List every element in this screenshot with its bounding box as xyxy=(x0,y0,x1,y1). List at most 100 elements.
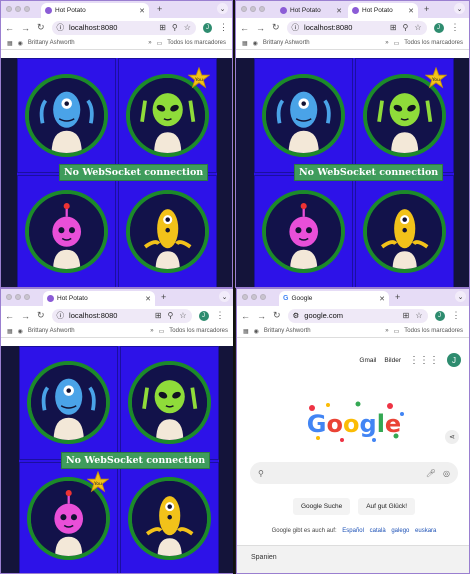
close-window-button[interactable] xyxy=(242,294,248,300)
more-bookmarks-icon[interactable]: » xyxy=(148,40,151,46)
gmail-link[interactable]: Gmail xyxy=(359,357,376,364)
bookmark-star-icon[interactable]: ☆ xyxy=(415,311,422,320)
address-bar[interactable]: ⚙ google.com ⊞ ☆ xyxy=(287,308,428,323)
new-tab-button[interactable]: + xyxy=(161,292,166,302)
bookmark-user[interactable]: Brittany Ashworth xyxy=(28,40,75,46)
zoom-icon[interactable]: ⚲ xyxy=(168,311,174,320)
apps-grid-icon[interactable]: ▦ xyxy=(242,40,248,47)
site-info-icon[interactable]: ⓘ xyxy=(57,310,65,321)
player-cell-blue[interactable] xyxy=(17,58,116,173)
more-bookmarks-icon[interactable]: » xyxy=(385,328,388,334)
close-window-button[interactable] xyxy=(6,294,12,300)
all-bookmarks-link[interactable]: Todos los marcadores xyxy=(404,328,463,334)
bookmark-user[interactable]: Brittany Ashworth xyxy=(263,40,310,46)
maximize-window-button[interactable] xyxy=(259,6,265,12)
back-icon[interactable]: ← xyxy=(5,311,14,321)
minimize-window-button[interactable] xyxy=(251,294,257,300)
profile-avatar[interactable]: J xyxy=(202,22,212,33)
tab-hot-potato[interactable]: Hot Potato ✕ xyxy=(41,3,149,18)
forward-icon[interactable]: → xyxy=(257,311,266,321)
player-cell-pink[interactable] xyxy=(17,174,116,287)
language-link-gl[interactable]: galego xyxy=(391,528,409,534)
bookmark-user[interactable]: Brittany Ashworth xyxy=(264,328,311,334)
close-tab-icon[interactable]: ✕ xyxy=(139,7,145,15)
new-tab-button[interactable]: + xyxy=(395,292,400,302)
more-bookmarks-icon[interactable]: » xyxy=(385,40,388,46)
player-cell-pink[interactable]: You xyxy=(19,461,118,573)
menu-kebab-icon[interactable]: ⋮ xyxy=(219,22,228,33)
forward-icon[interactable]: → xyxy=(256,23,265,33)
tab-google[interactable]: G Google ✕ xyxy=(279,291,389,306)
voice-search-icon[interactable]: 🎤︎ xyxy=(426,469,436,478)
lens-search-icon[interactable]: ◎ xyxy=(443,469,450,478)
back-icon[interactable]: ← xyxy=(241,311,250,321)
menu-kebab-icon[interactable]: ⋮ xyxy=(452,310,461,321)
more-bookmarks-icon[interactable]: » xyxy=(150,328,153,334)
translate-icon[interactable]: ⊞ xyxy=(403,311,410,320)
close-tab-icon[interactable]: ✕ xyxy=(145,295,151,303)
zoom-icon[interactable]: ⚲ xyxy=(403,23,409,32)
close-tab-icon[interactable]: ✕ xyxy=(408,7,414,15)
close-tab-icon[interactable]: ✕ xyxy=(379,295,385,303)
translate-icon[interactable]: ⊞ xyxy=(155,311,162,320)
player-cell-yellow[interactable] xyxy=(118,174,217,287)
new-tab-button[interactable]: + xyxy=(424,4,429,14)
profile-avatar[interactable]: J xyxy=(434,310,445,321)
reload-icon[interactable]: ↻ xyxy=(37,22,45,33)
menu-kebab-icon[interactable]: ⋮ xyxy=(451,22,460,33)
zoom-icon[interactable]: ⚲ xyxy=(172,23,178,32)
site-info-icon[interactable]: ⓘ xyxy=(57,22,65,33)
tab-search-chevron-icon[interactable]: ⌄ xyxy=(455,291,466,302)
player-cell-pink[interactable] xyxy=(254,174,353,287)
language-link-es[interactable]: Español xyxy=(342,528,364,534)
player-cell-yellow[interactable] xyxy=(355,174,454,287)
player-cell-blue[interactable] xyxy=(19,346,118,460)
maximize-window-button[interactable] xyxy=(24,6,30,12)
player-cell-yellow[interactable] xyxy=(120,461,219,573)
profile-avatar[interactable]: J xyxy=(433,22,444,33)
translate-icon[interactable]: ⊞ xyxy=(159,23,166,32)
translate-icon[interactable]: ⊞ xyxy=(390,23,397,32)
all-bookmarks-link[interactable]: Todos los marcadores xyxy=(169,328,228,334)
tab-hot-potato-2[interactable]: Hot Potato ✕ xyxy=(348,3,418,18)
new-tab-button[interactable]: + xyxy=(157,4,162,14)
forward-icon[interactable]: → xyxy=(21,23,30,33)
feeling-lucky-button[interactable]: Auf gut Glück! xyxy=(358,498,416,515)
images-link[interactable]: Bilder xyxy=(384,357,401,364)
address-bar[interactable]: ⓘ localhost:8080 ⊞ ⚲ ☆ xyxy=(286,20,427,35)
google-doodle[interactable]: Google xyxy=(298,400,410,444)
back-icon[interactable]: ← xyxy=(240,23,249,33)
maximize-window-button[interactable] xyxy=(24,294,30,300)
tab-search-chevron-icon[interactable]: ⌄ xyxy=(219,291,230,302)
bookmark-star-icon[interactable]: ☆ xyxy=(179,311,186,320)
minimize-window-button[interactable] xyxy=(15,6,21,12)
address-bar[interactable]: ⓘ localhost:8080 ⊞ ⚲ ☆ xyxy=(51,308,192,323)
menu-kebab-icon[interactable]: ⋮ xyxy=(216,310,225,321)
player-cell-blue[interactable] xyxy=(254,58,353,173)
bookmark-star-icon[interactable]: ☆ xyxy=(184,23,191,32)
language-link-eu[interactable]: euskara xyxy=(415,528,436,534)
player-cell-green[interactable]: You xyxy=(355,58,454,173)
address-bar[interactable]: ⓘ localhost:8080 ⊞ ⚲ ☆ xyxy=(51,20,196,35)
reload-icon[interactable]: ↻ xyxy=(273,310,281,321)
forward-icon[interactable]: → xyxy=(21,311,30,321)
apps-grid-icon[interactable]: ▦ xyxy=(7,328,13,335)
bookmark-star-icon[interactable]: ☆ xyxy=(414,23,421,32)
language-link-ca[interactable]: català xyxy=(370,528,386,534)
player-cell-green[interactable] xyxy=(120,346,219,460)
google-apps-icon[interactable]: ⋮⋮⋮ xyxy=(409,355,439,366)
reload-icon[interactable]: ↻ xyxy=(37,310,45,321)
apps-grid-icon[interactable]: ▦ xyxy=(243,328,249,335)
minimize-window-button[interactable] xyxy=(15,294,21,300)
site-info-icon[interactable]: ⓘ xyxy=(292,22,300,33)
profile-avatar[interactable]: J xyxy=(198,310,209,321)
google-search-button[interactable]: Google Suche xyxy=(292,498,351,515)
tab-search-chevron-icon[interactable]: ⌄ xyxy=(217,3,228,14)
account-avatar[interactable]: J xyxy=(447,353,461,367)
google-search-box[interactable]: ⚲ 🎤︎ ◎ xyxy=(250,462,458,484)
all-bookmarks-link[interactable]: Todos los marcadores xyxy=(167,40,226,46)
tab-hot-potato[interactable]: Hot Potato ✕ xyxy=(43,291,155,306)
apps-grid-icon[interactable]: ▦ xyxy=(7,40,13,47)
back-icon[interactable]: ← xyxy=(5,23,14,33)
close-tab-icon[interactable]: ✕ xyxy=(336,7,342,15)
